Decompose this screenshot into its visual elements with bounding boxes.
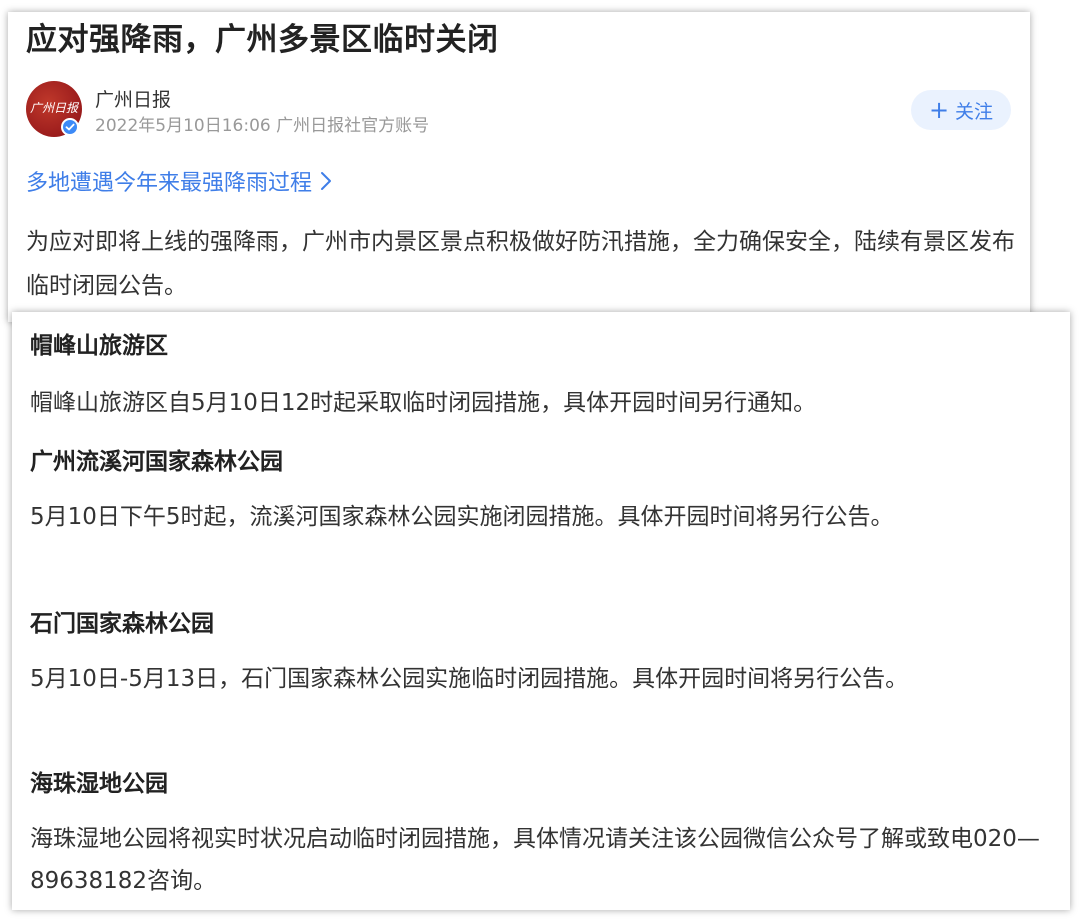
topic-link[interactable]: 多地遭遇今年来最强降雨过程 <box>26 165 332 197</box>
author-meta: 2022年5月10日16:06 广州日报社官方账号 <box>95 116 430 136</box>
topic-link-label: 多地遭遇今年来最强降雨过程 <box>26 171 313 196</box>
section-heading: 海珠湿地公园 <box>30 771 168 797</box>
article-title: 应对强降雨，广州多景区临时关闭 <box>26 22 499 58</box>
section-heading: 帽峰山旅游区 <box>30 333 168 359</box>
section-text: 海珠湿地公园将视实时状况启动临时闭园措施，具体情况请关注该公园微信公众号了解或致… <box>30 826 1040 894</box>
author-name[interactable]: 广州日报 <box>95 85 171 112</box>
article-intro: 为应对即将上线的强降雨，广州市内景区景点积极做好防汛措施，全力确保安全，陆续有景… <box>26 229 1015 299</box>
section-haizhu: 海珠湿地公园 海珠湿地公园将视实时状况启动临时闭园措施，具体情况请关注该公园微信… <box>30 764 1040 902</box>
chevron-right-icon <box>321 172 332 190</box>
plus-icon: + <box>928 96 950 124</box>
verified-badge-icon <box>61 118 79 136</box>
section-heading: 石门国家森林公园 <box>30 611 214 637</box>
section-heading: 广州流溪河国家森林公园 <box>30 449 283 475</box>
section-text: 帽峰山旅游区自5月10日12时起采取临时闭园措施，具体开园时间另行通知。 <box>30 390 817 416</box>
follow-button[interactable]: + 关注 <box>911 90 1011 130</box>
section-text: 5月10日-5月13日，石门国家森林公园实施临时闭园措施。具体开园时间将另行公告… <box>30 666 909 692</box>
avatar-logo-text: 广州日报 <box>30 101 79 115</box>
section-maofeng: 帽峰山旅游区 帽峰山旅游区自5月10日12时起采取临时闭园措施，具体开园时间另行… <box>30 326 1040 424</box>
follow-label: 关注 <box>955 100 994 123</box>
section-liuxihe: 广州流溪河国家森林公园 5月10日下午5时起，流溪河国家森林公园实施闭园措施。具… <box>30 442 1040 538</box>
article-body-card: 帽峰山旅游区 帽峰山旅游区自5月10日12时起采取临时闭园措施，具体开园时间另行… <box>12 312 1070 910</box>
section-shimen: 石门国家森林公园 5月10日-5月13日，石门国家森林公园实施临时闭园措施。具体… <box>30 604 1040 700</box>
article-header-card: 应对强降雨，广州多景区临时关闭 广州日报 广州日报 2022年5月10日16:0… <box>8 12 1030 322</box>
section-text: 5月10日下午5时起，流溪河国家森林公园实施闭园措施。具体开园时间将另行公告。 <box>30 504 894 530</box>
